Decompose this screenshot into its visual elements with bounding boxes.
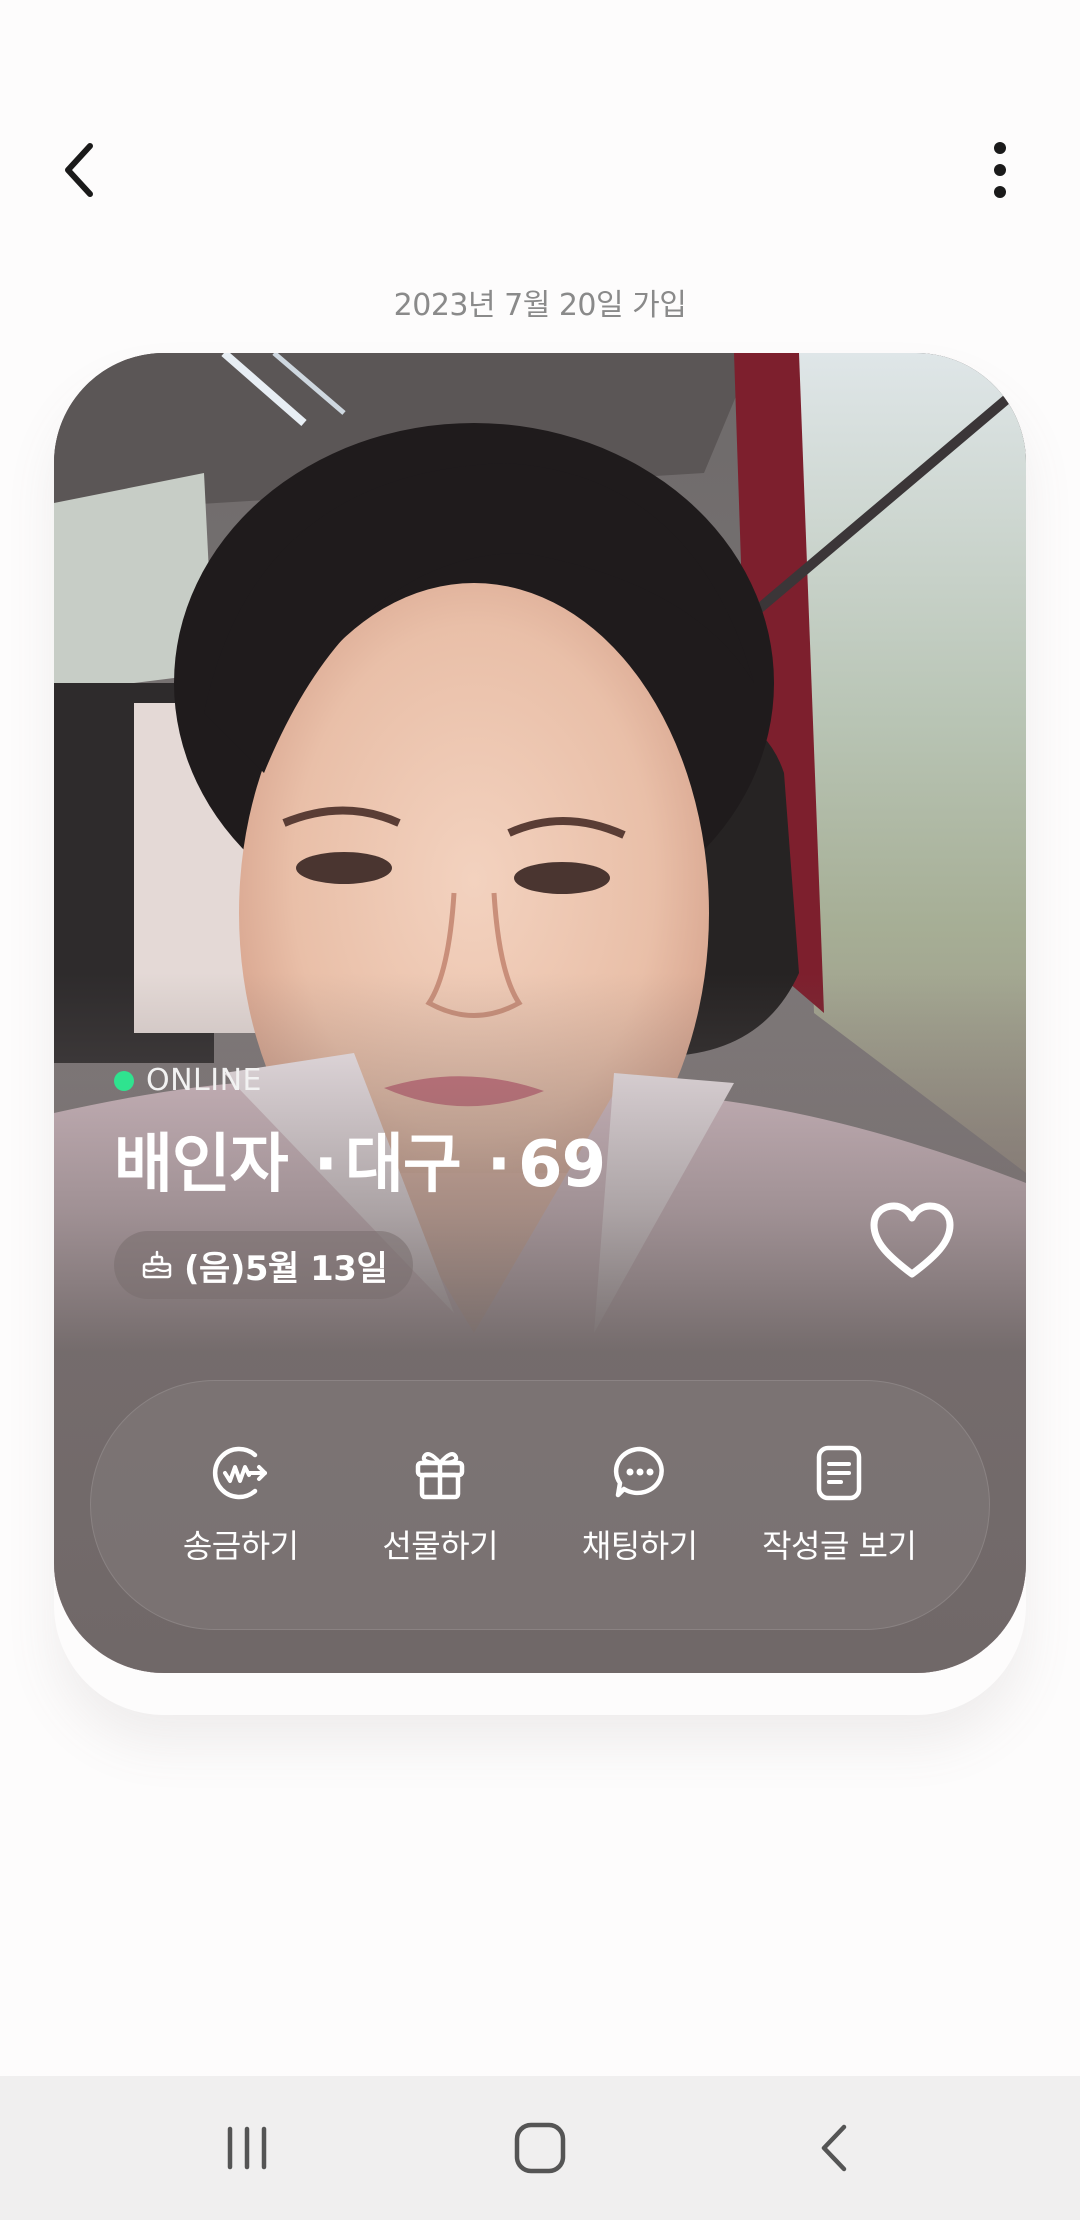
chat-icon — [613, 1446, 664, 1498]
back-icon — [822, 2124, 847, 2172]
view-posts-label: 작성글 보기 — [762, 1527, 917, 1565]
send-gift-button[interactable]: 선물하기 — [350, 1443, 530, 1567]
send-gift-label: 선물하기 — [382, 1527, 499, 1565]
recents-button[interactable] — [187, 2098, 307, 2198]
send-money-label: 송금하기 — [182, 1527, 299, 1565]
profile-region: 대구 — [344, 1128, 462, 1202]
online-dot — [114, 1070, 134, 1091]
cake-icon — [142, 1250, 172, 1279]
action-bar: 송금하기 선물하기 채팅하기 작성글 보기 — [90, 1380, 990, 1630]
home-button[interactable] — [480, 2098, 600, 2198]
send-money-button[interactable]: 송금하기 — [151, 1443, 331, 1567]
profile-name: 배인자 — [114, 1128, 289, 1202]
top-bar — [0, 110, 1080, 230]
chat-button[interactable]: 채팅하기 — [550, 1443, 730, 1567]
online-status-label: ONLINE — [146, 1063, 263, 1098]
back-button[interactable] — [40, 130, 120, 210]
more-vertical-icon — [994, 142, 1006, 198]
profile-card[interactable]: ONLINE 배인자 · 대구 · 69 (음)5월 13일 송금하기 선물하기… — [54, 353, 1026, 1673]
chat-label: 채팅하기 — [581, 1527, 698, 1565]
money-transfer-icon — [212, 1446, 267, 1500]
birthday-badge: (음)5월 13일 — [114, 1231, 414, 1299]
heart-icon — [870, 1202, 954, 1278]
profile-screen: 2023년 7월 20일 가입 ONLINE 배인자 · 대구 · 69 (음)… — [0, 0, 1080, 2220]
profile-name-line: 배인자 · 대구 · 69 — [114, 1128, 606, 1202]
chevron-left-icon — [65, 143, 93, 197]
join-date: 2023년 7월 20일 가입 — [393, 288, 687, 323]
system-navigation-bar — [0, 2076, 1080, 2220]
online-status: ONLINE — [114, 1063, 262, 1098]
like-button[interactable] — [864, 1195, 960, 1285]
recents-icon — [227, 2126, 266, 2170]
more-options-button[interactable] — [960, 130, 1040, 210]
birthday-text: (음)5월 13일 — [184, 1248, 388, 1289]
profile-age: 69 — [518, 1128, 606, 1202]
gift-icon — [416, 1452, 465, 1500]
system-back-button[interactable] — [773, 2098, 893, 2198]
document-icon — [817, 1445, 862, 1501]
home-icon — [514, 2122, 566, 2174]
view-posts-button[interactable]: 작성글 보기 — [749, 1443, 929, 1567]
